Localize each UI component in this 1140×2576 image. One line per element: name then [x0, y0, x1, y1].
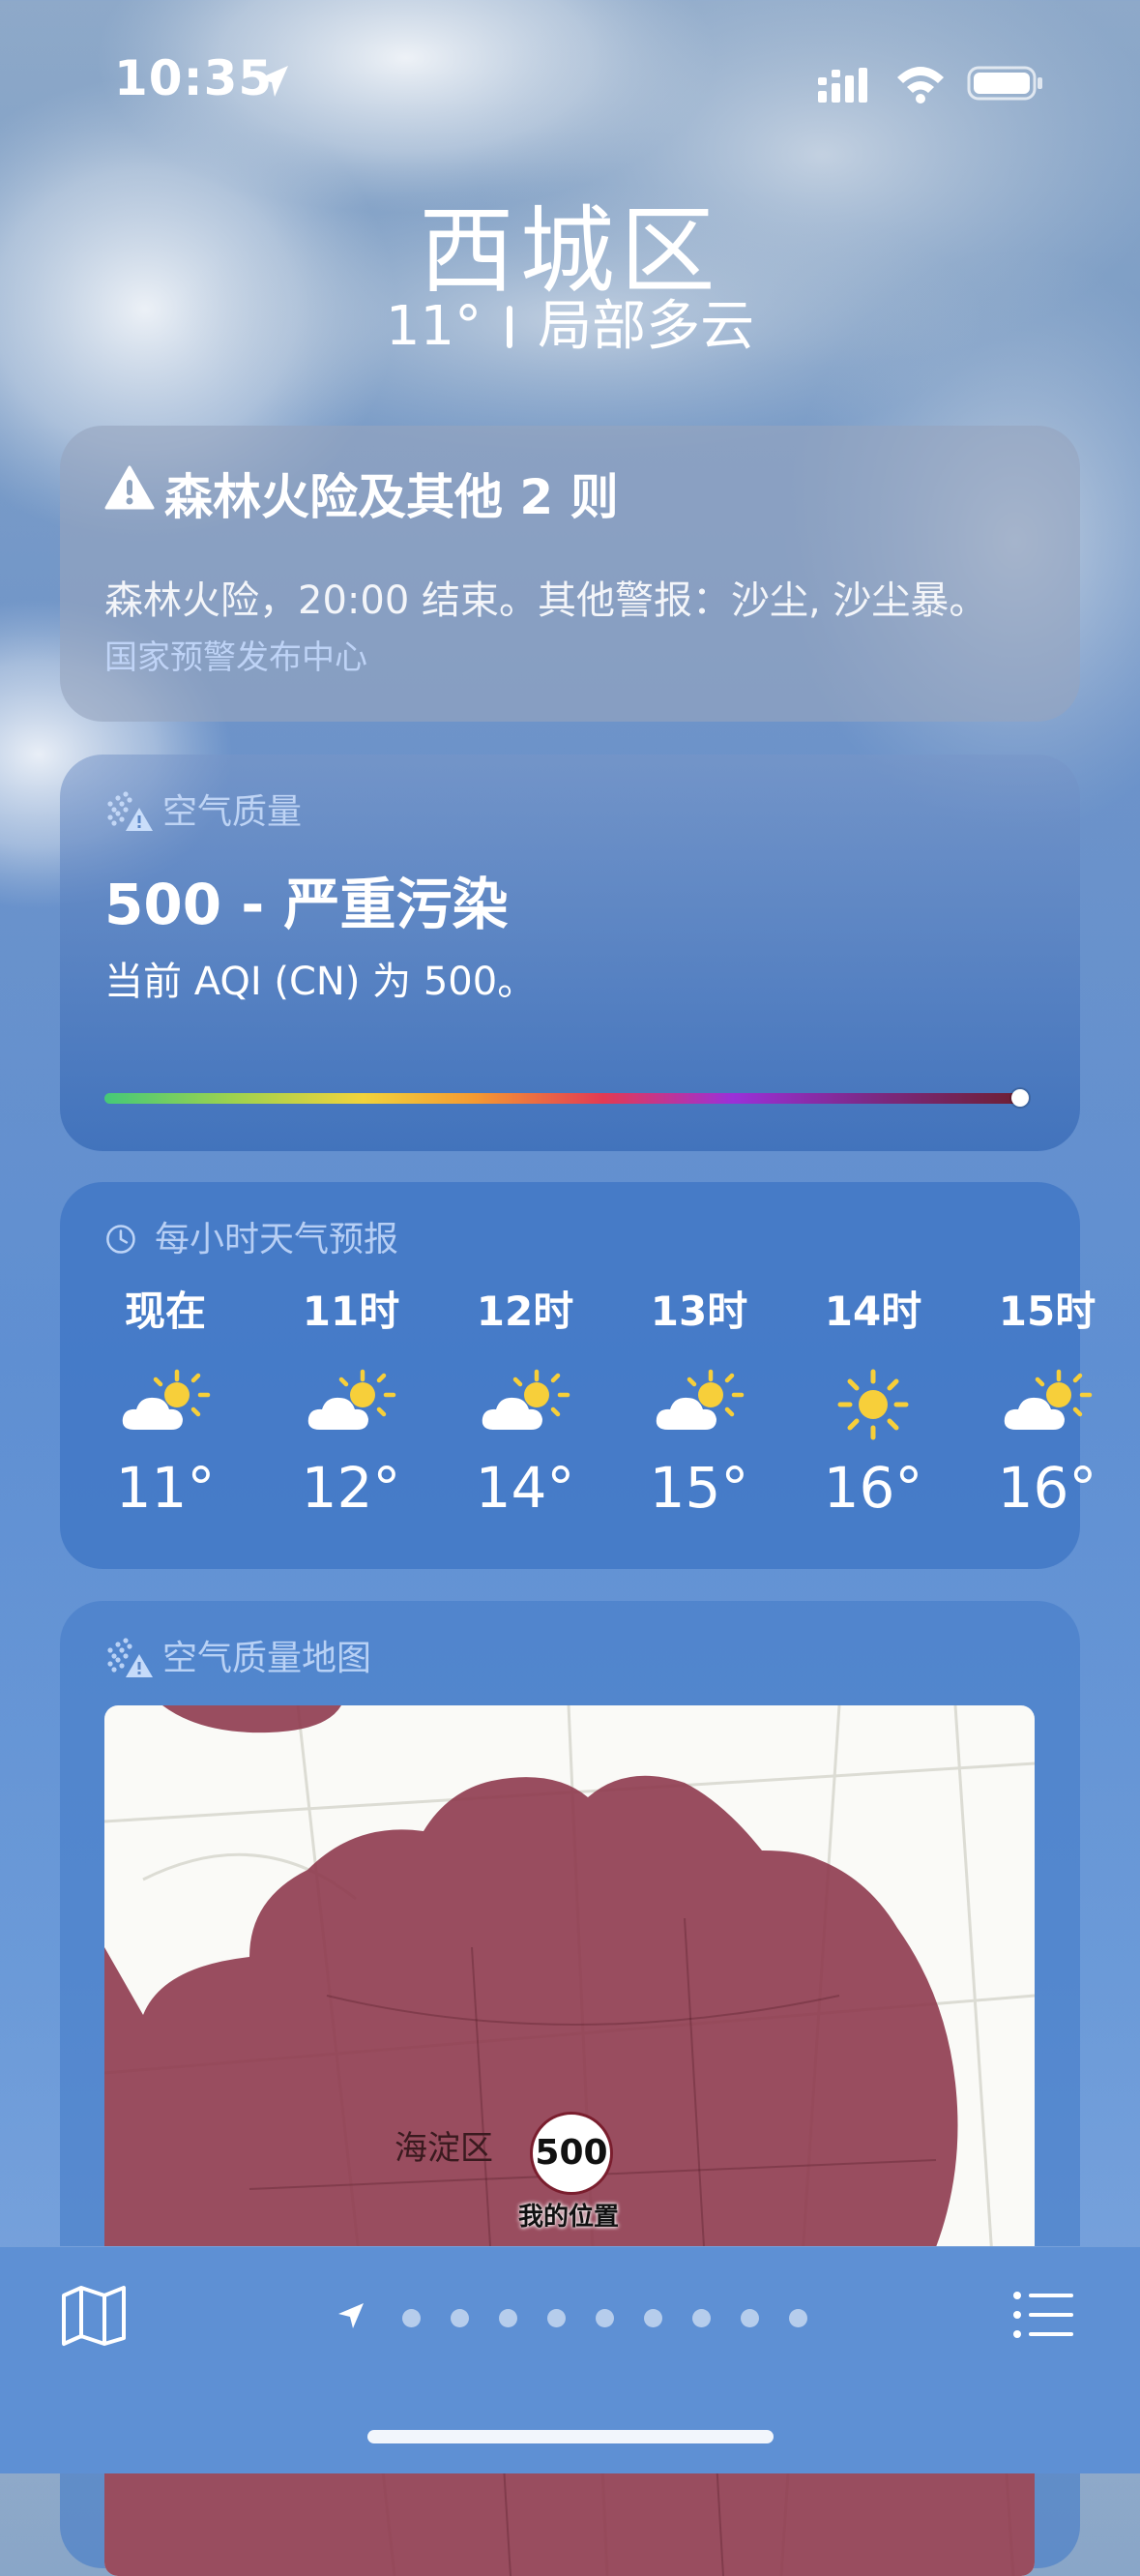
divider: [507, 306, 513, 348]
hour-label: 15时: [998, 1288, 1096, 1335]
page-dot[interactable]: [741, 2309, 759, 2327]
hourly-forecast-label: 每小时天气预报: [155, 1220, 399, 1259]
page-dot[interactable]: [596, 2309, 614, 2327]
aqi-level-indicator: [1011, 1089, 1029, 1107]
hour-forecast-item: 14时 16°: [801, 1287, 946, 1538]
hour-temperature: 16°: [997, 1455, 1097, 1521]
hour-label: 14时: [824, 1288, 922, 1335]
sunny-icon: [837, 1369, 909, 1440]
hour-label: 12时: [476, 1288, 574, 1335]
weather-alert-card[interactable]: 森林火险及其他 2 则 森林火险，20:00 结束。其他警报：沙尘, 沙尘暴。 …: [60, 426, 1080, 722]
page-dot[interactable]: [692, 2309, 711, 2327]
aqi-description: 当前 AQI (CN) 为 500。: [104, 960, 537, 1004]
aqi-scale-bar: [104, 1089, 1029, 1107]
status-bar: 10:35: [0, 50, 1140, 118]
page-dot[interactable]: [402, 2309, 421, 2327]
my-location-label: 我的位置: [517, 2203, 619, 2232]
air-quality-icon: [107, 1638, 153, 1677]
cellular-signal-icon: [818, 68, 867, 103]
hour-forecast-item: 11时 12°: [278, 1287, 424, 1538]
hourly-forecast-header: 每小时天气预报: [104, 1211, 398, 1261]
page-dot[interactable]: [451, 2309, 469, 2327]
my-location-aqi-pin[interactable]: 500: [530, 2112, 613, 2195]
clock-icon: [106, 1225, 135, 1254]
page-dot[interactable]: [547, 2309, 566, 2327]
air-quality-map-header: 空气质量地图: [104, 1630, 371, 1680]
alert-body: 森林火险，20:00 结束。其他警报：沙尘, 沙尘暴。: [104, 578, 988, 623]
battery-icon: [967, 66, 1042, 101]
air-quality-header: 空气质量: [104, 784, 302, 834]
hour-forecast-item: 现在 11°: [93, 1287, 238, 1538]
hour-forecast-item: 15时 16°: [975, 1287, 1120, 1538]
air-quality-label: 空气质量: [162, 792, 303, 832]
aqi-value: 500 - 严重污染: [104, 872, 509, 937]
partly-sunny-icon: [1004, 1369, 1093, 1430]
hourly-forecast-card[interactable]: 每小时天气预报 现在 11° 11时 12° 12时 14° 13时 15° 14时: [60, 1182, 1097, 1569]
location-arrow-icon: [257, 66, 288, 97]
home-indicator[interactable]: [367, 2430, 774, 2443]
hourly-forecast-list: 现在 11° 11时 12° 12时 14° 13时 15° 14时 16° 1…: [104, 1287, 1097, 1538]
hour-temperature: 12°: [301, 1455, 401, 1521]
hour-forecast-item: 12时 14°: [453, 1287, 598, 1538]
page-dot[interactable]: [499, 2309, 517, 2327]
air-quality-map-label: 空气质量地图: [162, 1639, 372, 1678]
wifi-icon: [897, 67, 944, 104]
location-list-icon[interactable]: [1011, 2286, 1075, 2344]
page-dot[interactable]: [789, 2309, 807, 2327]
hour-label: 现在: [124, 1288, 206, 1335]
current-condition: 局部多云: [538, 295, 755, 358]
current-location-page-icon[interactable]: [336, 2301, 365, 2330]
location-page-indicator[interactable]: [329, 2295, 812, 2334]
hour-label: 13时: [650, 1288, 748, 1335]
hour-label: 11时: [302, 1288, 400, 1335]
current-temperature: 11°: [385, 295, 482, 358]
hour-forecast-item: 13时 15°: [627, 1287, 772, 1538]
air-quality-card[interactable]: 空气质量 500 - 严重污染 当前 AQI (CN) 为 500。: [60, 755, 1080, 1151]
current-conditions: 11° 局部多云: [0, 282, 1140, 361]
hour-temperature: 14°: [475, 1455, 575, 1521]
partly-sunny-icon: [656, 1369, 745, 1430]
map-icon[interactable]: [60, 2284, 128, 2348]
map-district-label: 海淀区: [395, 2129, 493, 2168]
partly-sunny-icon: [122, 1369, 211, 1430]
partly-sunny-icon: [482, 1369, 570, 1430]
air-quality-icon: [107, 791, 153, 831]
status-time: 10:35: [114, 50, 274, 106]
page-dot[interactable]: [644, 2309, 662, 2327]
partly-sunny-icon: [307, 1369, 396, 1430]
hour-temperature: 15°: [649, 1455, 749, 1521]
hour-temperature: 16°: [823, 1455, 923, 1521]
alert-source: 国家预警发布中心: [104, 638, 367, 677]
hour-temperature: 11°: [115, 1455, 216, 1521]
alert-title: 森林火险及其他 2 则: [164, 469, 619, 525]
